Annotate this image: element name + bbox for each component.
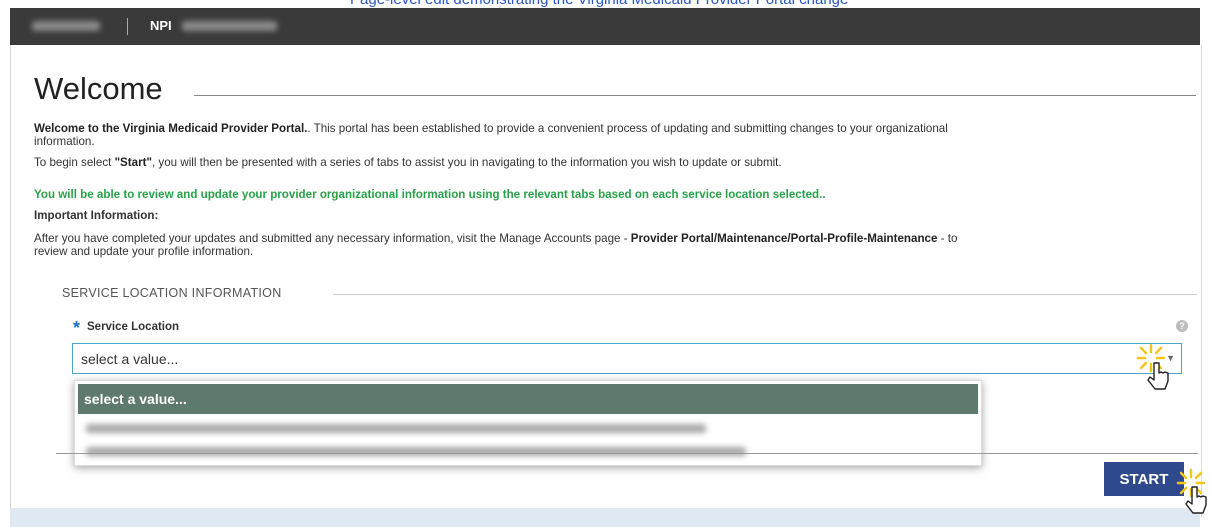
begin-paragraph: To begin select "Start", you will then b… xyxy=(34,156,782,169)
dropdown-option-selected[interactable]: select a value... xyxy=(78,384,978,414)
section-legend: SERVICE LOCATION INFORMATION xyxy=(62,286,282,300)
dropdown-option-label: select a value... xyxy=(84,391,187,407)
after-line-2: review and update your profile informati… xyxy=(34,245,254,258)
after-path: Provider Portal/Maintenance/Portal-Profi… xyxy=(630,232,938,245)
start-button[interactable]: START xyxy=(1104,462,1184,496)
dropdown-option-redacted-2[interactable] xyxy=(78,439,978,463)
welcome-rest-1: . This portal has been established to pr… xyxy=(307,122,948,135)
caption-text: Page-level edit demonstrating the Virgin… xyxy=(350,0,848,8)
begin-prefix: To begin select xyxy=(34,156,115,169)
after-suffix: - to xyxy=(937,232,958,245)
provider-name-redacted xyxy=(32,21,100,31)
section-divider xyxy=(333,294,1197,295)
footer-strip xyxy=(10,508,1200,527)
important-heading: Important Information: xyxy=(34,209,159,222)
npi-label: NPI xyxy=(150,18,172,33)
npi-number-redacted xyxy=(182,21,277,31)
redacted-text xyxy=(86,424,706,433)
select-current-value: select a value... xyxy=(81,351,179,367)
green-note: You will be able to review and update yo… xyxy=(34,188,826,201)
bottom-divider xyxy=(56,453,1198,454)
page-title: Welcome xyxy=(34,71,163,106)
title-divider xyxy=(194,95,1196,96)
service-location-label: Service Location xyxy=(87,321,180,333)
required-icon: * xyxy=(73,318,81,338)
pointer-cursor-icon xyxy=(1185,486,1207,514)
topbar-separator xyxy=(127,18,128,35)
after-prefix: After you have completed your updates an… xyxy=(34,232,631,245)
after-paragraph: After you have completed your updates an… xyxy=(34,232,957,258)
welcome-bold: Welcome to the Virginia Medicaid Provide… xyxy=(34,122,308,135)
page-caption: Page-level edit demonstrating the Virgin… xyxy=(0,0,1212,8)
dropdown-option-redacted-1[interactable] xyxy=(78,416,978,440)
begin-suffix: , you will then be presented with a seri… xyxy=(151,156,782,169)
welcome-paragraph: Welcome to the Virginia Medicaid Provide… xyxy=(34,122,948,148)
help-icon[interactable]: ? xyxy=(1176,320,1188,332)
top-bar: NPI xyxy=(10,8,1200,45)
begin-start: "Start" xyxy=(114,156,152,169)
redacted-text xyxy=(86,447,746,456)
pointer-cursor-icon xyxy=(1147,362,1169,390)
service-location-select[interactable]: select a value... ▼ xyxy=(72,343,1182,374)
welcome-rest-2: information. xyxy=(34,135,95,148)
